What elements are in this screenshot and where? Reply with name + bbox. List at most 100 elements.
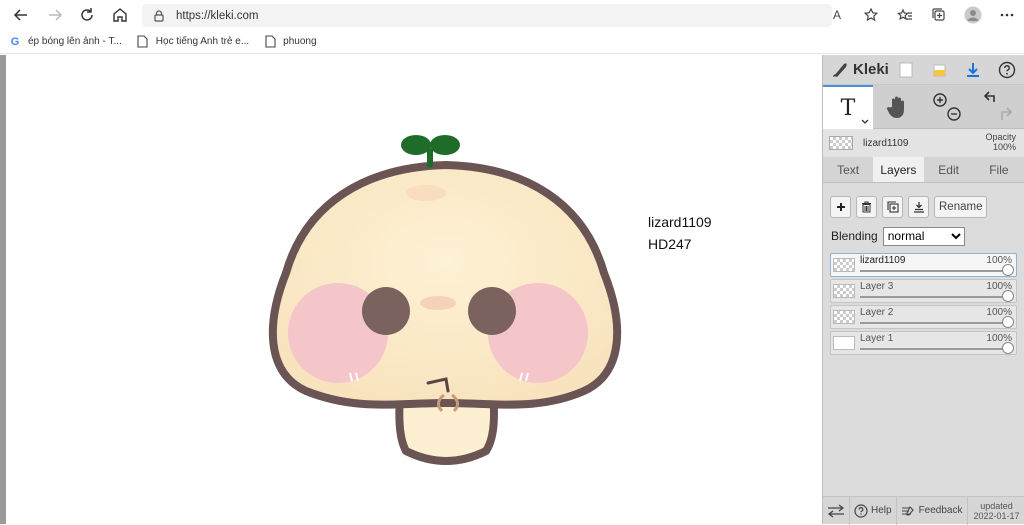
hand-icon — [887, 96, 904, 118]
kleki-logo[interactable]: Kleki — [831, 61, 889, 79]
kleki-logo-icon — [833, 62, 847, 77]
swap-side-button[interactable] — [823, 496, 850, 525]
hand-tool-button[interactable] — [873, 85, 923, 129]
opacity-value: 100% — [992, 142, 1016, 152]
canvas-text-line: lizard1109 — [648, 214, 712, 230]
url-text: https://kleki.com — [176, 9, 259, 22]
logo-text: Kleki — [853, 61, 889, 78]
refresh-icon — [81, 8, 93, 21]
blending-select[interactable]: normal — [882, 226, 965, 246]
text-tool-button[interactable]: T — [823, 85, 873, 129]
star-plus-icon — [863, 7, 879, 22]
back-button[interactable] — [6, 0, 36, 30]
merge-layer-button[interactable] — [908, 195, 929, 218]
layer-name: lizard1109 — [860, 255, 906, 266]
forward-button[interactable] — [40, 0, 70, 30]
refresh-button[interactable] — [72, 0, 102, 30]
blending-row: Blending normal — [823, 221, 1024, 247]
layer-thumbnail — [833, 310, 855, 324]
canvas-text: lizard1109 HD247 — [648, 211, 712, 255]
page-icon — [136, 35, 150, 49]
panel-tabs: Text Layers Edit File — [823, 157, 1024, 183]
drawing-canvas[interactable]: lizard1109 HD247 — [6, 55, 822, 524]
plus-icon — [836, 202, 845, 211]
avatar-icon — [964, 6, 982, 24]
layer-item-layer-3[interactable]: Layer 3 100% — [830, 279, 1017, 303]
layer-thumbnail — [833, 284, 855, 298]
layer-item-lizard1109[interactable]: lizard1109 100% — [830, 253, 1017, 277]
opacity-readout: Opacity 100% — [985, 132, 1016, 152]
current-layer-info: lizard1109 Opacity 100% — [823, 129, 1024, 157]
bookmark-item[interactable]: Học tiếng Anh trẻ e... — [136, 35, 249, 49]
zoom-in-out-icon — [933, 93, 961, 121]
more-icon — [1000, 13, 1014, 17]
feedback-label: Feedback — [918, 505, 963, 516]
read-aloud-icon: A — [832, 8, 841, 22]
layer-item-layer-1[interactable]: Layer 1 100% — [830, 331, 1017, 355]
bookmark-item[interactable]: phuong — [263, 35, 317, 49]
layer-name: Layer 2 — [860, 307, 894, 318]
opacity-slider-handle[interactable] — [1002, 264, 1014, 276]
mushroom-illustration — [268, 135, 622, 465]
new-image-button[interactable] — [889, 55, 923, 85]
chevron-down-icon — [861, 119, 869, 124]
panel-header: Kleki — [823, 55, 1024, 85]
favorites-button[interactable] — [888, 0, 922, 30]
merge-down-icon — [913, 201, 924, 213]
folder-icon — [932, 64, 946, 76]
home-icon — [113, 8, 127, 22]
bookmark-item[interactable]: G ép bóng lên ảnh - T... — [8, 35, 122, 49]
feedback-icon — [901, 505, 914, 516]
duplicate-icon — [886, 200, 899, 213]
layer-name: Layer 3 — [860, 281, 894, 292]
browser-right-icons: A — [820, 0, 1024, 30]
tab-layers[interactable]: Layers — [873, 157, 924, 182]
profile-button[interactable] — [956, 0, 990, 30]
collections-button[interactable] — [922, 0, 956, 30]
tab-edit[interactable]: Edit — [924, 157, 974, 182]
add-favorite-button[interactable] — [854, 0, 888, 30]
opacity-label: Opacity — [985, 132, 1016, 142]
bookmark-label: phuong — [283, 36, 317, 47]
swap-arrows-icon — [827, 503, 845, 518]
delete-layer-button[interactable] — [856, 195, 877, 218]
opacity-slider-track[interactable] — [860, 348, 1010, 350]
layer-thumbnail — [833, 258, 855, 272]
opacity-slider-handle[interactable] — [1002, 290, 1014, 302]
opacity-slider-track[interactable] — [860, 322, 1010, 324]
layer-list: lizard1109 100% Layer 3 100% Layer 2 100… — [823, 247, 1024, 355]
tab-file[interactable]: File — [974, 157, 1024, 182]
layer-item-layer-2[interactable]: Layer 2 100% — [830, 305, 1017, 329]
browser-toolbar: https://kleki.com A — [0, 0, 1024, 30]
favorites-icon — [897, 8, 912, 20]
canvas-area: lizard1109 HD247 — [0, 55, 822, 524]
opacity-slider-track[interactable] — [860, 270, 1010, 272]
opacity-slider-handle[interactable] — [1002, 316, 1014, 328]
duplicate-layer-button[interactable] — [882, 195, 903, 218]
opacity-slider-track[interactable] — [860, 296, 1010, 298]
updated-info: updated 2022-01-17 — [968, 501, 1020, 521]
layer-name: Layer 1 — [860, 333, 894, 344]
opacity-slider-handle[interactable] — [1002, 342, 1014, 354]
bookmark-label: ép bóng lên ảnh - T... — [28, 36, 122, 47]
open-image-button[interactable] — [923, 55, 957, 85]
download-icon — [967, 62, 980, 77]
undo-redo-buttons[interactable] — [973, 85, 1023, 129]
address-bar[interactable]: https://kleki.com — [142, 4, 832, 27]
help-button[interactable] — [990, 55, 1024, 85]
new-file-icon — [899, 62, 913, 77]
undo-redo-icon — [983, 91, 1013, 120]
help-link[interactable]: Help — [850, 496, 897, 525]
updated-date: 2022-01-17 — [973, 510, 1020, 521]
zoom-buttons[interactable] — [923, 85, 973, 129]
add-layer-button[interactable] — [830, 195, 851, 218]
rename-layer-button[interactable]: Rename — [934, 195, 988, 218]
read-aloud-button[interactable]: A — [820, 0, 854, 30]
menu-button[interactable] — [990, 0, 1024, 30]
trash-icon — [862, 200, 871, 212]
home-button[interactable] — [105, 0, 135, 30]
save-image-button[interactable] — [956, 55, 990, 85]
tab-text[interactable]: Text — [823, 157, 873, 182]
feedback-link[interactable]: Feedback — [897, 496, 968, 525]
collections-icon — [932, 8, 945, 21]
